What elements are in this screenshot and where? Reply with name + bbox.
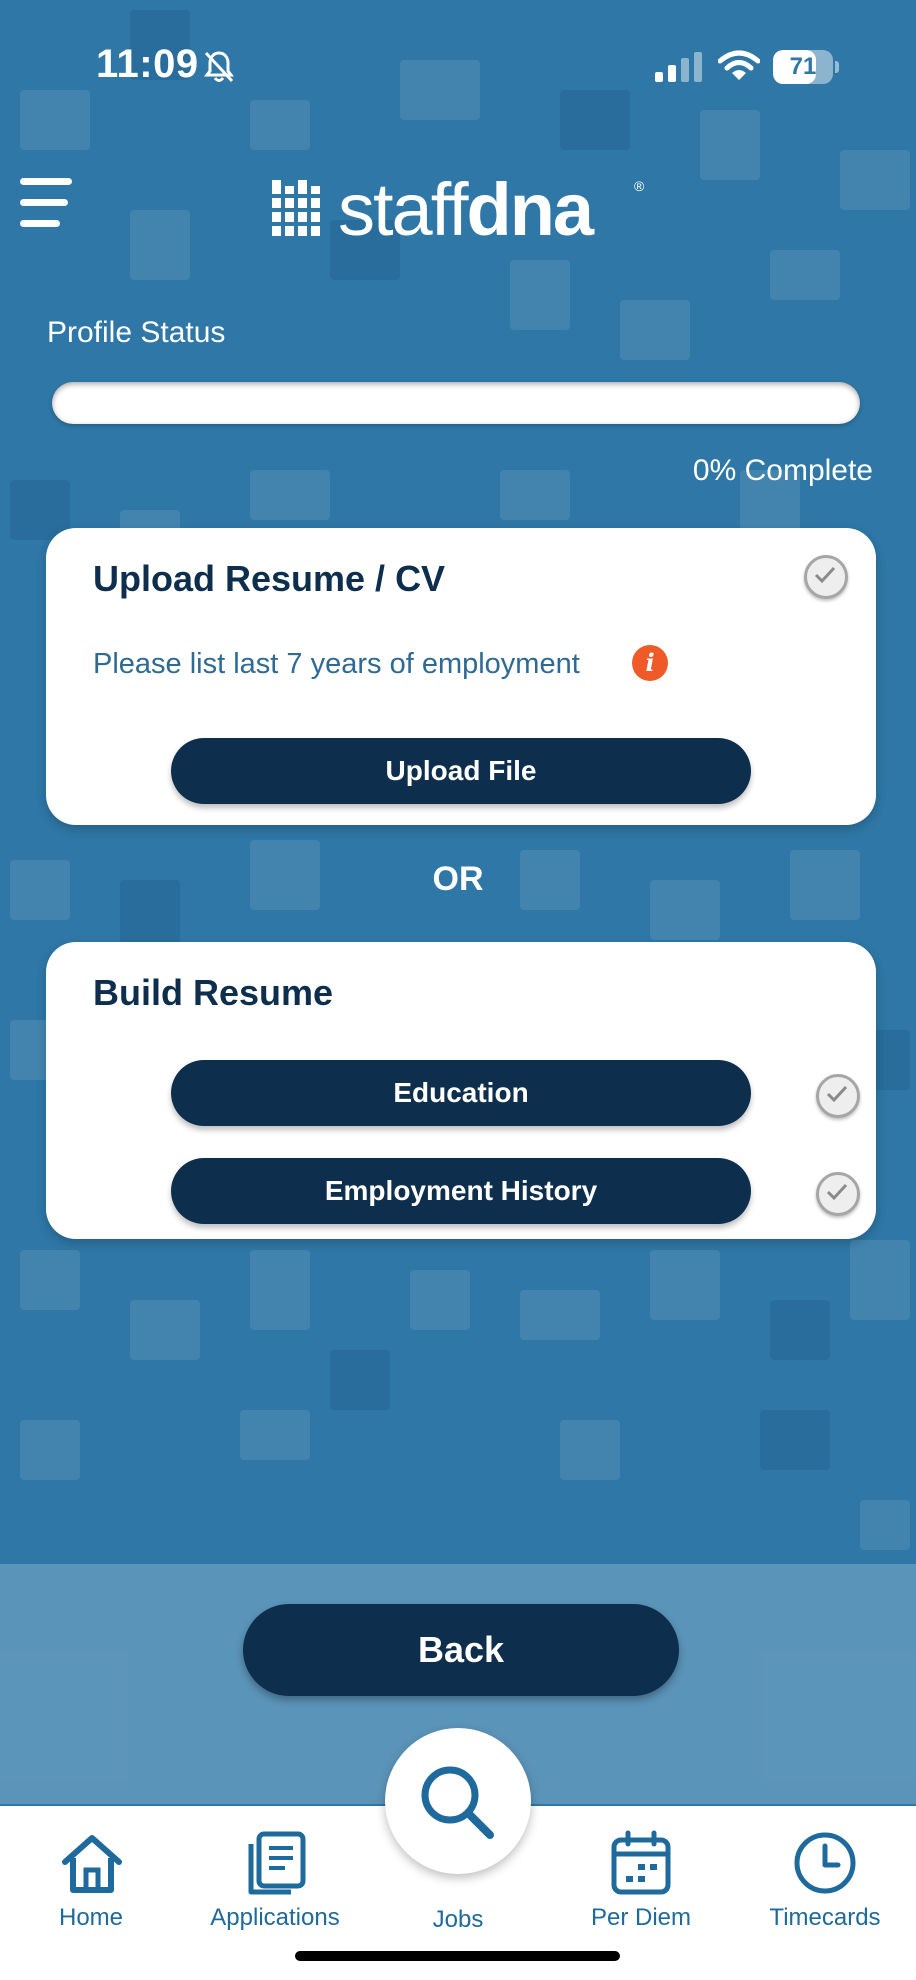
employment-note: Please list last 7 years of employment bbox=[93, 648, 580, 680]
check-circle-icon bbox=[816, 1074, 860, 1118]
menu-icon[interactable] bbox=[20, 178, 72, 228]
logo-registered: ® bbox=[634, 178, 645, 194]
clock-icon bbox=[794, 1832, 856, 1894]
upload-resume-title: Upload Resume / CV bbox=[93, 558, 446, 599]
profile-progress-bar bbox=[52, 382, 860, 424]
battery-percent: 71 bbox=[789, 53, 817, 80]
tab-applications[interactable]: Applications bbox=[185, 1806, 365, 1946]
info-icon[interactable]: i bbox=[632, 645, 668, 681]
home-indicator bbox=[295, 1951, 620, 1961]
staffdna-logo: staffdna ® bbox=[272, 170, 652, 250]
battery-icon: 71 bbox=[773, 50, 839, 84]
status-time: 11:09 bbox=[96, 42, 199, 86]
employment-history-button[interactable]: Employment History bbox=[171, 1158, 751, 1224]
search-icon bbox=[421, 1766, 494, 1839]
bell-slash-icon bbox=[204, 51, 234, 83]
upload-resume-card: Upload Resume / CV Please list last 7 ye… bbox=[46, 528, 876, 825]
home-icon bbox=[62, 1835, 122, 1893]
logo-bars-icon bbox=[272, 180, 320, 236]
build-resume-title: Build Resume bbox=[93, 972, 334, 1013]
tab-home[interactable]: Home bbox=[1, 1806, 181, 1946]
tab-timecards[interactable]: Timecards bbox=[735, 1806, 915, 1946]
calendar-icon bbox=[611, 1830, 671, 1895]
progress-percent-text: 0% Complete bbox=[692, 454, 873, 487]
education-button[interactable]: Education bbox=[171, 1060, 751, 1126]
applications-icon bbox=[248, 1831, 306, 1895]
jobs-search-button[interactable] bbox=[385, 1728, 531, 1874]
check-circle-icon bbox=[816, 1172, 860, 1216]
tab-applications-label: Applications bbox=[210, 1904, 340, 1931]
logo-text-bold: dna bbox=[466, 168, 595, 251]
or-divider: OR bbox=[432, 860, 484, 898]
logo-text-light: staff bbox=[338, 168, 468, 251]
wifi-icon bbox=[718, 50, 760, 80]
tab-per-diem-label: Per Diem bbox=[590, 1904, 692, 1931]
upload-file-button[interactable]: Upload File bbox=[171, 738, 751, 804]
build-resume-card: Build Resume Education Employment Histor… bbox=[46, 942, 876, 1239]
signal-icon bbox=[655, 52, 702, 82]
check-circle-icon bbox=[804, 555, 848, 599]
back-button[interactable]: Back bbox=[243, 1604, 679, 1696]
tab-per-diem[interactable]: Per Diem bbox=[551, 1806, 731, 1946]
profile-status-label: Profile Status bbox=[47, 316, 226, 349]
tab-home-label: Home bbox=[58, 1904, 124, 1931]
tab-jobs-label: Jobs bbox=[432, 1906, 484, 1933]
tab-timecards-label: Timecards bbox=[769, 1904, 881, 1931]
